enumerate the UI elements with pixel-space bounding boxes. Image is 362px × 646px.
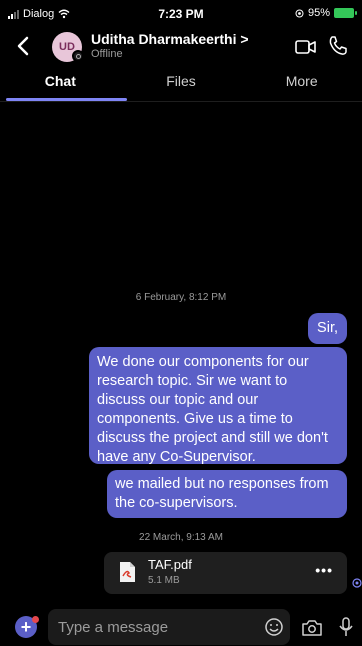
contact-status: Offline	[91, 48, 123, 60]
conversation-tabs: Chat Files More	[0, 70, 362, 102]
emoji-icon[interactable]	[264, 617, 284, 637]
battery-icon	[334, 8, 357, 18]
pdf-file-icon	[120, 562, 135, 582]
phone-call-icon[interactable]	[326, 34, 350, 58]
file-size: 5.1 MB	[148, 575, 180, 586]
plus-icon: +	[20, 616, 32, 637]
more-options-icon[interactable]: •••	[315, 562, 333, 578]
date-separator: 22 March, 9:13 AM	[139, 532, 223, 543]
message-bubble[interactable]: we mailed but no responses from the co-s…	[107, 470, 347, 518]
message-input[interactable]	[58, 609, 248, 645]
message-bubble[interactable]: We done our components for our research …	[89, 347, 347, 465]
seen-receipt-icon	[352, 578, 362, 588]
battery-percent: 95%	[307, 7, 330, 19]
status-bar: Dialog 7:23 PM 95%	[0, 0, 362, 26]
message-composer: +	[0, 604, 362, 646]
camera-icon[interactable]	[301, 618, 323, 638]
file-name: TAF.pdf	[148, 557, 192, 572]
video-call-icon[interactable]	[294, 36, 318, 58]
message-bubble[interactable]: Sir,	[308, 313, 347, 344]
offline-presence-icon	[72, 50, 84, 62]
tab-more[interactable]: More	[241, 70, 362, 101]
microphone-icon[interactable]	[338, 616, 354, 638]
notification-dot	[32, 616, 39, 623]
tab-files[interactable]: Files	[121, 70, 242, 101]
tab-chat[interactable]: Chat	[0, 70, 127, 101]
status-right: 95%	[295, 7, 357, 19]
file-attachment[interactable]: TAF.pdf 5.1 MB •••	[104, 552, 347, 594]
message-box	[48, 609, 290, 645]
chat-header: UD Uditha Dharmakeerthi > Offline	[0, 26, 362, 70]
back-arrow-icon[interactable]	[12, 32, 36, 60]
date-separator: 6 February, 8:12 PM	[135, 292, 227, 303]
contact-name[interactable]: Uditha Dharmakeerthi >	[91, 31, 249, 47]
location-icon	[295, 9, 304, 17]
